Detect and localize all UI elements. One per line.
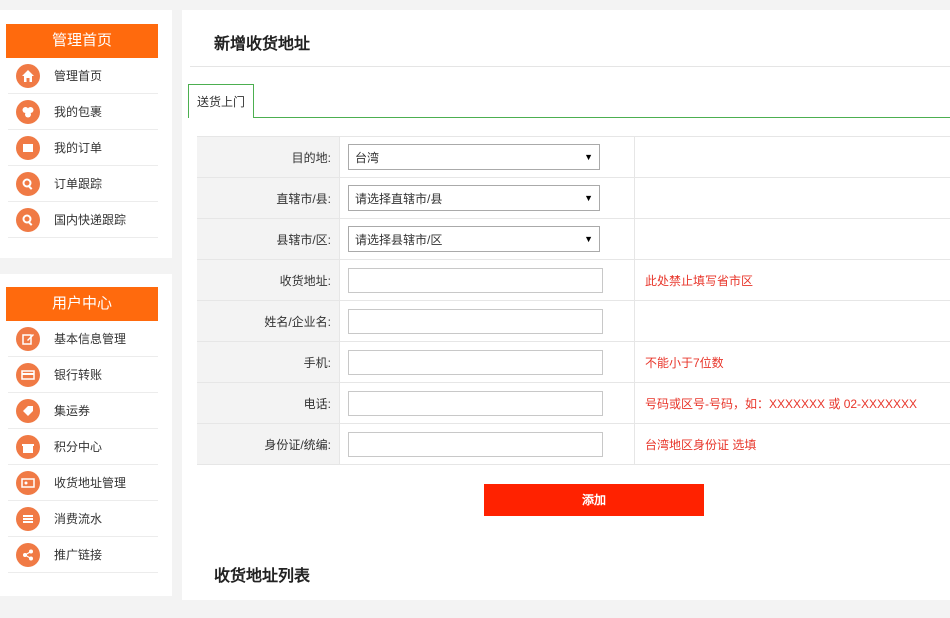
user-panel-header[interactable]: 用户中心 bbox=[6, 287, 158, 321]
home-icon bbox=[16, 63, 40, 88]
sidebar-item-domestic-tracking[interactable]: 国内快递跟踪 bbox=[8, 202, 158, 238]
sidebar-item-label: 积分中心 bbox=[54, 440, 103, 454]
sidebar-item-admin-home[interactable]: 管理首页 bbox=[8, 58, 158, 94]
mobile-label: 手机: bbox=[197, 341, 340, 383]
sidebar-item-label: 我的包裹 bbox=[54, 105, 103, 119]
name-input[interactable] bbox=[348, 308, 603, 334]
share-icon bbox=[16, 542, 40, 567]
dropdown-arrow-icon: ▼ bbox=[584, 152, 593, 162]
sidebar-item-order-tracking[interactable]: 订单跟踪 bbox=[8, 166, 158, 202]
user-panel: 用户中心 基本信息管理 银行转账 集运券 积分中心 收货地址管理 消费流水 推广… bbox=[0, 274, 172, 596]
sidebar-item-label: 消费流水 bbox=[54, 512, 103, 526]
tag-icon bbox=[16, 398, 40, 423]
sidebar-item-transactions[interactable]: 消费流水 bbox=[8, 501, 158, 537]
sidebar-item-label: 国内快递跟踪 bbox=[54, 213, 127, 227]
add-button[interactable]: 添加 bbox=[484, 484, 704, 516]
district-select[interactable]: 请选择县辖市/区 ▼ bbox=[348, 226, 600, 252]
form-row-mobile: 手机: 不能小于7位数 bbox=[197, 341, 950, 383]
name-label: 姓名/企业名: bbox=[197, 300, 340, 342]
admin-panel: 管理首页 管理首页 我的包裹 我的订单 订单跟踪 国内快递跟踪 bbox=[0, 10, 172, 258]
city-label: 直辖市/县: bbox=[197, 177, 340, 219]
phone-input[interactable] bbox=[348, 390, 603, 416]
address-form: 目的地: 台湾 ▼ 直辖市/县: 请选择直辖市/县 ▼ 县辖市/区: 请选择县辖… bbox=[197, 136, 950, 465]
tab-divider bbox=[254, 117, 950, 118]
idcard-label: 身份证/统编: bbox=[197, 423, 340, 465]
form-row-idcard: 身份证/统编: 台湾地区身份证 选填 bbox=[197, 423, 950, 465]
credit-card-icon bbox=[16, 362, 40, 387]
city-value: 请选择直辖市/县 bbox=[355, 191, 443, 206]
district-value: 请选择县辖市/区 bbox=[355, 232, 443, 247]
dropdown-arrow-icon: ▼ bbox=[584, 193, 593, 203]
form-row-destination: 目的地: 台湾 ▼ bbox=[197, 136, 950, 178]
gift-icon bbox=[16, 434, 40, 459]
package-icon bbox=[16, 99, 40, 124]
form-row-city: 直辖市/县: 请选择直辖市/县 ▼ bbox=[197, 177, 950, 219]
sidebar-item-referral-link[interactable]: 推广链接 bbox=[8, 537, 158, 573]
sidebar-item-label: 订单跟踪 bbox=[54, 177, 103, 191]
address-tip: 此处禁止填写省市区 bbox=[634, 259, 950, 301]
mobile-tip: 不能小于7位数 bbox=[634, 341, 950, 383]
idcard-tip: 台湾地区身份证 选填 bbox=[634, 423, 950, 465]
destination-label: 目的地: bbox=[197, 136, 340, 178]
form-row-address: 收货地址: 此处禁止填写省市区 bbox=[197, 259, 950, 301]
edit-icon bbox=[16, 326, 40, 351]
sidebar-item-bank-transfer[interactable]: 银行转账 bbox=[8, 357, 158, 393]
form-row-district: 县辖市/区: 请选择县辖市/区 ▼ bbox=[197, 218, 950, 260]
destination-value: 台湾 bbox=[355, 150, 380, 165]
sidebar-item-my-packages[interactable]: 我的包裹 bbox=[8, 94, 158, 130]
dropdown-arrow-icon: ▼ bbox=[584, 234, 593, 244]
sidebar-item-label: 我的订单 bbox=[54, 141, 103, 155]
sidebar-item-label: 收货地址管理 bbox=[54, 476, 127, 490]
address-list-title: 收货地址列表 bbox=[214, 568, 311, 585]
main-content: 新增收货地址 送货上门 目的地: 台湾 ▼ 直辖市/县: 请选择直辖市/县 ▼ bbox=[182, 10, 950, 600]
tab-home-delivery[interactable]: 送货上门 bbox=[188, 84, 254, 118]
sidebar-item-address-management[interactable]: 收货地址管理 bbox=[8, 465, 158, 501]
sidebar-item-coupons[interactable]: 集运券 bbox=[8, 393, 158, 429]
title-divider bbox=[190, 66, 950, 67]
form-row-name: 姓名/企业名: bbox=[197, 300, 950, 342]
form-row-phone: 电话: 号码或区号-号码，如：XXXXXXX 或 02-XXXXXXX bbox=[197, 382, 950, 424]
sidebar-item-label: 银行转账 bbox=[54, 368, 103, 382]
sidebar-item-basic-info[interactable]: 基本信息管理 bbox=[8, 321, 158, 357]
sidebar-item-label: 管理首页 bbox=[54, 69, 103, 83]
district-label: 县辖市/区: bbox=[197, 218, 340, 260]
sidebar-item-label: 基本信息管理 bbox=[54, 332, 127, 346]
admin-panel-header[interactable]: 管理首页 bbox=[6, 24, 158, 58]
search-icon bbox=[16, 171, 40, 196]
phone-tip: 号码或区号-号码，如：XXXXXXX 或 02-XXXXXXX bbox=[634, 382, 950, 424]
order-icon bbox=[16, 135, 40, 160]
sidebar-item-points[interactable]: 积分中心 bbox=[8, 429, 158, 465]
sidebar-item-label: 集运券 bbox=[54, 404, 91, 418]
page-title: 新增收货地址 bbox=[214, 36, 311, 53]
idcard-input[interactable] bbox=[348, 431, 603, 457]
address-card-icon bbox=[16, 470, 40, 495]
destination-select[interactable]: 台湾 ▼ bbox=[348, 144, 600, 170]
city-select[interactable]: 请选择直辖市/县 ▼ bbox=[348, 185, 600, 211]
list-icon bbox=[16, 506, 40, 531]
search-icon bbox=[16, 207, 40, 232]
sidebar-item-label: 推广链接 bbox=[54, 548, 103, 562]
sidebar-item-my-orders[interactable]: 我的订单 bbox=[8, 130, 158, 166]
address-input[interactable] bbox=[348, 267, 603, 293]
phone-label: 电话: bbox=[197, 382, 340, 424]
mobile-input[interactable] bbox=[348, 349, 603, 375]
address-label: 收货地址: bbox=[197, 259, 340, 301]
